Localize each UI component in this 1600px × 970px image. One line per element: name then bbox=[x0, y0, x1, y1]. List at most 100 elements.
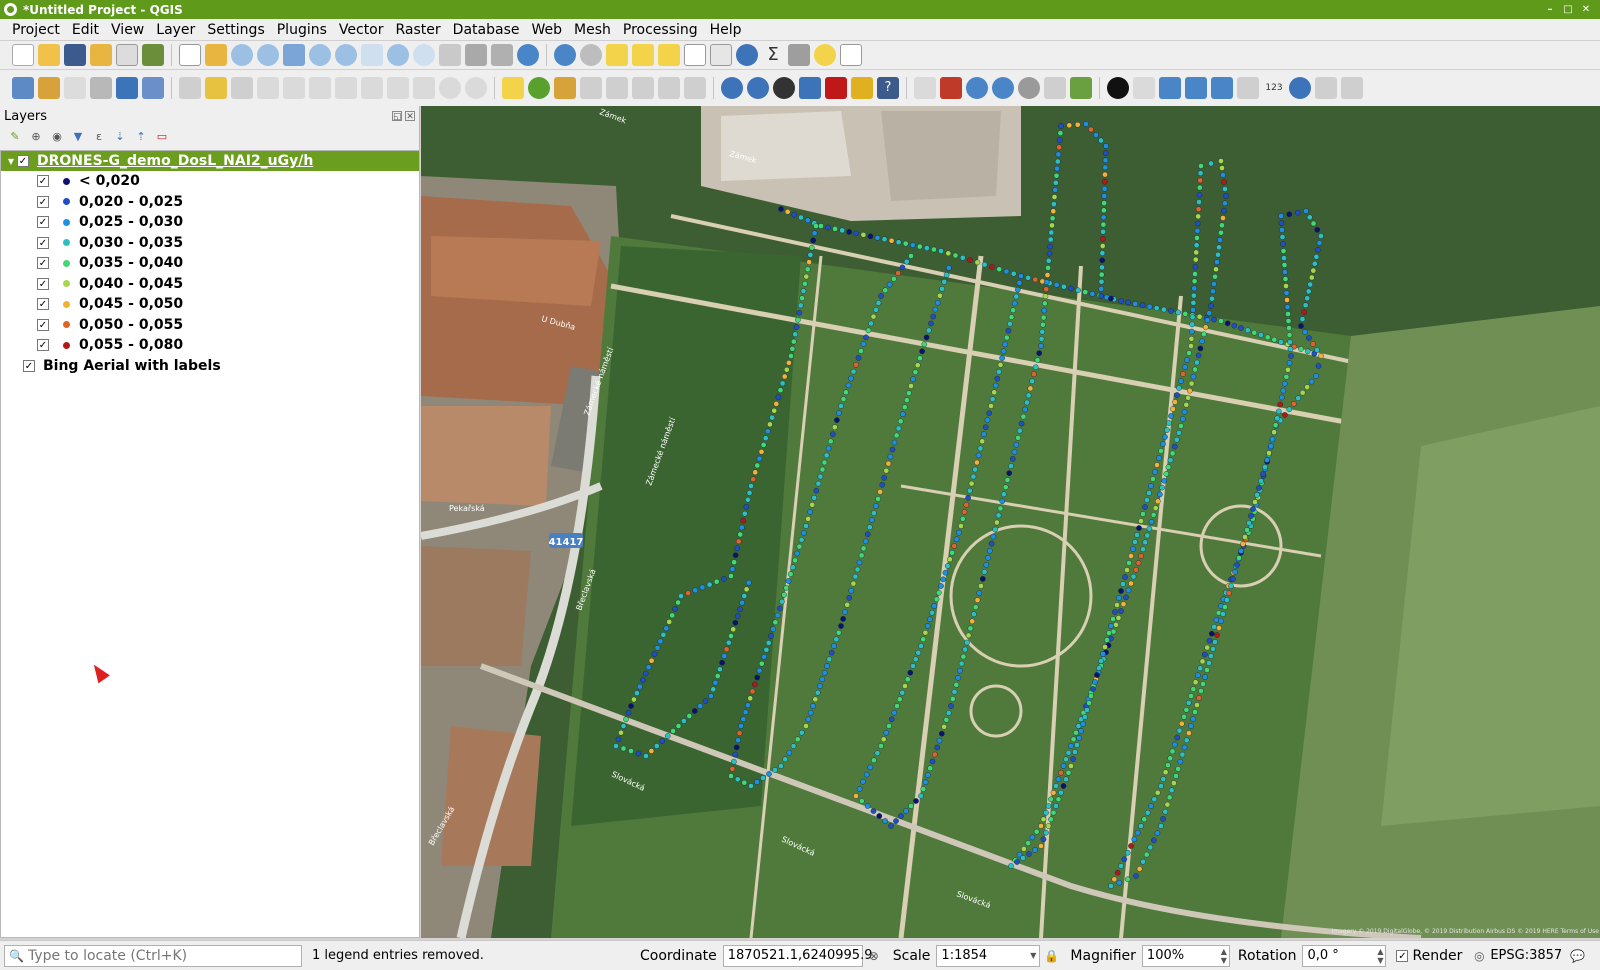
render-checkbox[interactable]: ✓ bbox=[1396, 949, 1409, 962]
zoom-to-layer-icon[interactable] bbox=[335, 44, 357, 66]
extent-icon[interactable] bbox=[1070, 77, 1092, 99]
python-console-icon[interactable] bbox=[799, 77, 821, 99]
delete-selected-icon[interactable] bbox=[335, 77, 357, 99]
map-tips-icon[interactable] bbox=[814, 44, 836, 66]
add-curve-icon[interactable] bbox=[1159, 77, 1181, 99]
vertex-tool-icon[interactable] bbox=[283, 77, 305, 99]
locator-search-input[interactable]: 🔍 Type to locate (Ctrl+K) bbox=[4, 944, 302, 967]
identify-icon[interactable] bbox=[554, 44, 576, 66]
split-icon[interactable] bbox=[1044, 77, 1066, 99]
pan-icon[interactable] bbox=[179, 44, 201, 66]
zoom-to-selection-icon[interactable] bbox=[309, 44, 331, 66]
rotate-label-icon[interactable] bbox=[658, 77, 680, 99]
help-icon[interactable]: ? bbox=[877, 77, 899, 99]
select-features-icon[interactable] bbox=[606, 44, 628, 66]
numbering-icon[interactable]: 123 bbox=[1263, 77, 1285, 99]
wms-icon[interactable] bbox=[721, 77, 743, 99]
new-vector-layer-icon[interactable] bbox=[64, 77, 86, 99]
style-manager-icon[interactable] bbox=[142, 44, 164, 66]
menu-processing[interactable]: Processing bbox=[617, 22, 704, 38]
show-hide-labels-icon[interactable] bbox=[606, 77, 628, 99]
layer-visibility-checkbox[interactable]: ✓ bbox=[23, 359, 35, 372]
float-panel-icon[interactable]: ◱ bbox=[392, 111, 402, 122]
layer-row-drones[interactable]: ▼ ✓ DRONES-G_demo_DosL_NAI2_uGy/h bbox=[1, 151, 419, 171]
zoom-last-icon[interactable] bbox=[387, 44, 409, 66]
new-project-icon[interactable] bbox=[12, 44, 34, 66]
legend-item[interactable]: ✓ 0,040 - 0,045 bbox=[1, 274, 419, 295]
zoom-in-icon[interactable] bbox=[231, 44, 253, 66]
menu-vector[interactable]: Vector bbox=[333, 22, 390, 38]
copy-features-icon[interactable] bbox=[387, 77, 409, 99]
zoom-out-icon[interactable] bbox=[257, 44, 279, 66]
legend-item[interactable]: ✓ 0,025 - 0,030 bbox=[1, 212, 419, 233]
current-edits-icon[interactable] bbox=[179, 77, 201, 99]
legend-item-checkbox[interactable]: ✓ bbox=[37, 257, 49, 270]
change-label-icon[interactable] bbox=[684, 77, 706, 99]
collapse-all-icon[interactable]: ⇡ bbox=[134, 130, 148, 144]
zoom-next-icon[interactable] bbox=[413, 44, 435, 66]
statistics-icon[interactable]: Σ bbox=[762, 44, 784, 66]
legend-item[interactable]: ✓ 0,035 - 0,040 bbox=[1, 253, 419, 274]
menu-web[interactable]: Web bbox=[525, 22, 568, 38]
legend-item-checkbox[interactable]: ✓ bbox=[37, 318, 49, 331]
menu-database[interactable]: Database bbox=[447, 22, 526, 38]
locate-icon[interactable] bbox=[940, 77, 962, 99]
maximize-button[interactable]: □ bbox=[1562, 4, 1574, 16]
select-by-value-icon[interactable] bbox=[632, 44, 654, 66]
plugin-red-icon[interactable] bbox=[825, 77, 847, 99]
zoom-to-point-icon[interactable] bbox=[992, 77, 1014, 99]
deselect-icon[interactable] bbox=[658, 44, 680, 66]
remove-layer-icon[interactable]: ▭ bbox=[155, 130, 169, 144]
measure-icon[interactable] bbox=[788, 44, 810, 66]
chevron-down-icon[interactable]: ▼ bbox=[1030, 951, 1036, 960]
reshape-icon[interactable] bbox=[1341, 77, 1363, 99]
menu-plugins[interactable]: Plugins bbox=[271, 22, 333, 38]
new-map-view-icon[interactable] bbox=[439, 44, 461, 66]
menu-layer[interactable]: Layer bbox=[150, 22, 201, 38]
scale-combo[interactable]: 1:1854 ▼ bbox=[936, 944, 1041, 967]
toggle-extents-icon[interactable]: ⊗ bbox=[867, 949, 881, 963]
filter-icon[interactable]: ▼ bbox=[71, 130, 85, 144]
zoom-native-icon[interactable] bbox=[361, 44, 383, 66]
attribute-table-icon[interactable] bbox=[684, 44, 706, 66]
redo-icon[interactable] bbox=[465, 77, 487, 99]
paste-features-icon[interactable] bbox=[413, 77, 435, 99]
add-circle-icon[interactable] bbox=[1107, 77, 1129, 99]
add-point-xy-icon[interactable] bbox=[1133, 77, 1155, 99]
layer-diagram-icon[interactable] bbox=[528, 77, 550, 99]
menu-mesh[interactable]: Mesh bbox=[568, 22, 617, 38]
add-group-icon[interactable]: ⊕ bbox=[29, 130, 43, 144]
expand-all-icon[interactable]: ⇣ bbox=[113, 130, 127, 144]
magnifier-icon[interactable] bbox=[966, 77, 988, 99]
print-layout-icon[interactable] bbox=[116, 44, 138, 66]
cut-features-icon[interactable] bbox=[361, 77, 383, 99]
messages-icon[interactable]: 💬 bbox=[1570, 949, 1585, 963]
text-annotation-icon[interactable] bbox=[840, 44, 862, 66]
save-edits-icon[interactable] bbox=[231, 77, 253, 99]
new-3d-map-icon[interactable] bbox=[465, 44, 487, 66]
data-source-manager-icon[interactable] bbox=[12, 77, 34, 99]
filter-expression-icon[interactable]: ε bbox=[92, 130, 106, 144]
bookmark-icon[interactable] bbox=[491, 44, 513, 66]
legend-item[interactable]: ✓ < 0,020 bbox=[1, 171, 419, 192]
legend-item-checkbox[interactable]: ✓ bbox=[37, 195, 49, 208]
save-project-icon[interactable] bbox=[64, 44, 86, 66]
zoom-full-icon[interactable] bbox=[283, 44, 305, 66]
style-icon[interactable]: ✎ bbox=[8, 130, 22, 144]
globe-icon[interactable] bbox=[1018, 77, 1040, 99]
modify-attributes-icon[interactable] bbox=[309, 77, 331, 99]
processing-toolbox-icon[interactable] bbox=[736, 44, 758, 66]
collapse-icon[interactable]: ▼ bbox=[5, 157, 17, 166]
layer-row-bing[interactable]: ✓ Bing Aerial with labels bbox=[1, 356, 419, 377]
menu-project[interactable]: Project bbox=[6, 22, 66, 38]
spin-arrows-icon[interactable]: ▲ ▼ bbox=[1221, 947, 1227, 965]
plugin-radiation-icon[interactable] bbox=[851, 77, 873, 99]
menu-settings[interactable]: Settings bbox=[201, 22, 270, 38]
close-button[interactable]: ✕ bbox=[1580, 4, 1592, 16]
snapping-icon[interactable] bbox=[1315, 77, 1337, 99]
add-wms-icon[interactable] bbox=[116, 77, 138, 99]
rotation-spinbox[interactable]: 0,0 ° ▲ ▼ bbox=[1302, 944, 1387, 967]
new-geopackage-icon[interactable] bbox=[38, 77, 60, 99]
menu-raster[interactable]: Raster bbox=[390, 22, 447, 38]
minimize-button[interactable]: – bbox=[1544, 4, 1556, 16]
